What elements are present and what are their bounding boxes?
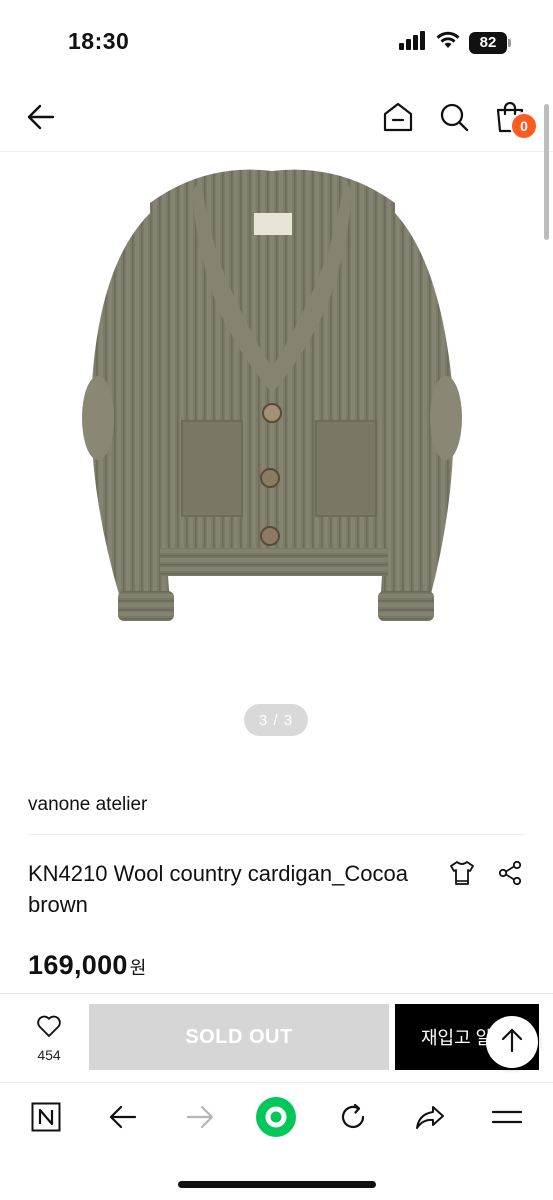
menu-icon <box>491 1106 523 1133</box>
signal-icon <box>399 30 427 55</box>
product-title: KN4210 Wool country cardigan_Cocoa brown <box>28 861 408 917</box>
refresh-icon <box>338 1102 368 1137</box>
wifi-icon <box>435 30 461 55</box>
purchase-bar: 454 SOLD OUT 재입고 알림 <box>0 993 553 1081</box>
share-button[interactable] <box>490 856 530 894</box>
back-icon <box>108 1104 138 1135</box>
back-arrow-icon <box>26 103 56 136</box>
cardigan-photo <box>82 169 462 621</box>
heart-icon <box>36 1014 62 1043</box>
price-currency: 원 <box>129 958 147 978</box>
green-dot-icon <box>254 1095 298 1144</box>
browser-back-button[interactable] <box>99 1097 147 1141</box>
back-button[interactable] <box>18 96 64 142</box>
product-image[interactable] <box>0 153 553 753</box>
share-icon <box>496 859 524 892</box>
status-time: 18:30 <box>68 28 130 54</box>
green-dot-button[interactable] <box>252 1095 300 1144</box>
size-guide-button[interactable] <box>442 856 482 894</box>
image-counter: 3 / 3 <box>244 704 308 736</box>
browser-toolbar <box>0 1082 553 1200</box>
divider <box>28 834 525 835</box>
browser-menu-button[interactable] <box>483 1097 531 1141</box>
size-guide-shirt-icon <box>448 859 476 892</box>
like-count: 454 <box>37 1047 61 1063</box>
forward-icon <box>185 1104 215 1135</box>
home-button[interactable] <box>376 96 420 142</box>
top-nav: 0 <box>0 88 553 152</box>
home-indicator[interactable] <box>178 1181 376 1188</box>
battery-icon: 82 <box>469 31 511 54</box>
naver-n-icon <box>31 1102 61 1137</box>
price-value: 169,000 <box>28 950 128 980</box>
like-button[interactable]: 454 <box>22 1014 76 1070</box>
price: 169,000 원 <box>28 950 147 981</box>
brand-name[interactable]: vanone atelier <box>28 794 147 816</box>
share-arrow-icon <box>414 1103 446 1136</box>
arrow-up-icon <box>500 1027 524 1058</box>
refresh-button[interactable] <box>329 1097 377 1141</box>
search-icon <box>439 102 469 137</box>
battery-level: 82 <box>479 34 497 51</box>
cart-count-badge: 0 <box>510 112 538 140</box>
search-button[interactable] <box>432 96 476 142</box>
home-icon <box>382 101 414 138</box>
status-bar: 18:30 82 <box>0 0 553 80</box>
cart-button[interactable]: 0 <box>488 96 538 142</box>
browser-share-button[interactable] <box>406 1097 454 1141</box>
status-icons: 82 <box>399 30 511 55</box>
scroll-to-top-button[interactable] <box>486 1016 538 1068</box>
naver-home-button[interactable] <box>22 1097 70 1141</box>
sold-out-button[interactable]: SOLD OUT <box>89 1004 389 1070</box>
browser-forward-button[interactable] <box>176 1097 224 1141</box>
